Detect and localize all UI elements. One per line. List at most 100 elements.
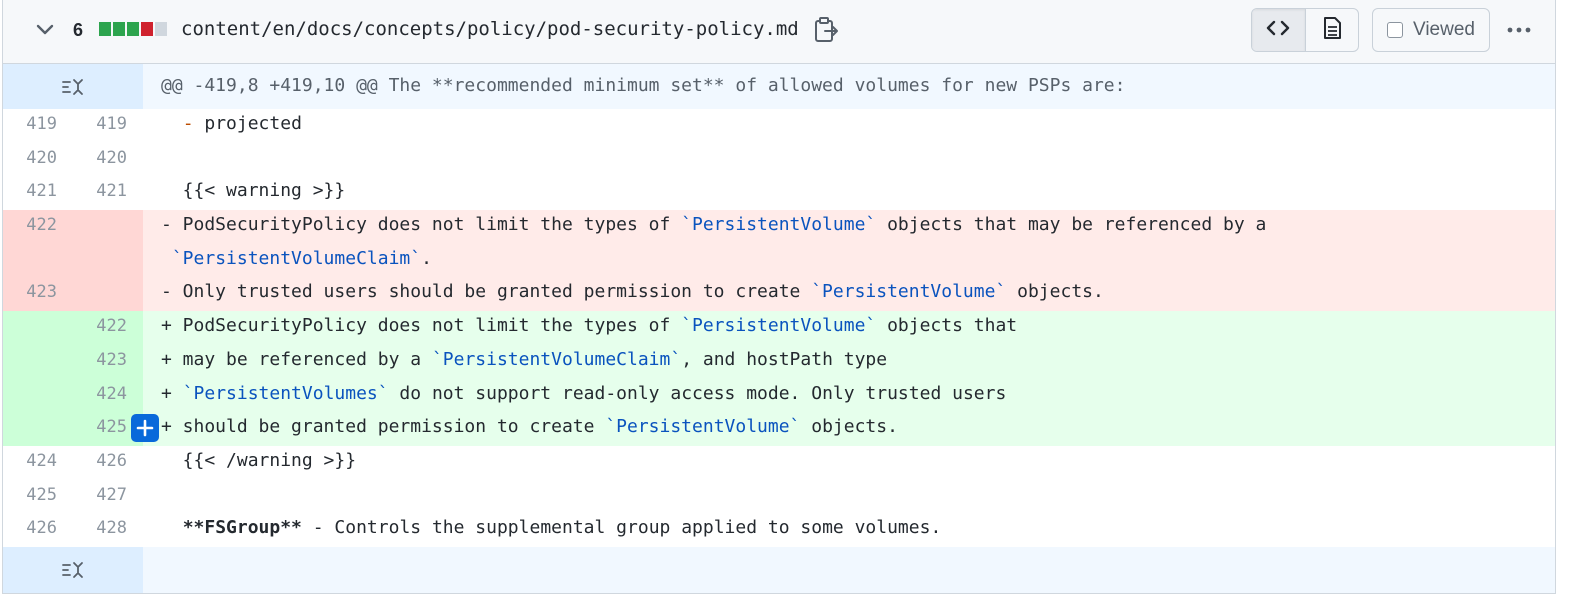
diff-line-del: 422 - PodSecurityPolicy does not limit th… [3,210,1555,244]
diff-line-ctx: 424 426 {{< /warning >}} [3,445,1555,480]
line-code: + `PersistentVolumes` do not support rea… [143,379,1555,413]
view-toggle [1251,8,1359,52]
unfold-icon[interactable] [3,64,143,109]
code-text: , and hostPath type [681,348,888,370]
new-line-number[interactable]: 427 [73,479,143,514]
diff-line-add: 425 + should be granted permission to cre… [3,412,1555,446]
diffstat-block [155,22,167,36]
inline-code-token: `PersistentVolume` [811,281,1007,303]
old-line-number[interactable] [3,378,73,413]
new-line-number[interactable]: 423 [73,344,143,379]
diff-line-ctx: 426 428 **FSGroup** - Controls the supple… [3,513,1555,547]
line-code [143,480,1555,514]
code-text: objects. [1006,281,1104,303]
line-code: - Only trusted users should be granted p… [143,277,1555,311]
diffstat-block [113,22,125,36]
hunk-footer [3,546,1555,593]
chevron-down-icon[interactable] [31,18,59,42]
file-path[interactable]: content/en/docs/concepts/policy/pod-secu… [181,16,799,42]
diffstat-block [127,22,139,36]
inline-code-token: `PersistentVolumeClaim` [171,247,422,269]
code-text: + may be referenced by a [161,348,432,370]
new-line-number[interactable]: 421 [73,176,143,211]
new-line-number[interactable] [73,277,143,312]
diff-line-ctx: 421 421 {{< warning >}} [3,176,1555,211]
line-code: **FSGroup** - Controls the supplemental … [143,513,1555,547]
unfold-icon[interactable] [3,546,143,593]
code-text: objects. [800,416,898,438]
copy-path-icon[interactable] [813,16,839,44]
old-line-number[interactable]: 424 [3,445,73,480]
hunk-header-text: @@ -419,8 +419,10 @@ The **recommended m… [143,64,1555,109]
line-code: {{< /warning >}} [143,446,1555,480]
kebab-horizontal-icon[interactable] [1503,16,1535,44]
new-line-number[interactable]: 424 [73,378,143,413]
line-code: {{< warning >}} [143,176,1555,210]
plus-icon[interactable] [131,414,159,443]
code-text: + should be granted permission to create [161,416,606,438]
old-line-number[interactable] [3,344,73,379]
inline-code-token: `PersistentVolumeClaim` [431,348,682,370]
old-line-number[interactable]: 422 [3,210,73,244]
diff-line-ctx: 419 419 - projected [3,109,1555,143]
new-line-number[interactable] [73,243,143,278]
code-icon [1266,18,1290,43]
hunk-header: @@ -419,8 +419,10 @@ The **recommended m… [3,64,1555,109]
diff-line-add: 424 + `PersistentVolumes` do not support … [3,378,1555,413]
line-code: - projected [143,109,1555,143]
code-text: objects that may be referenced by a [876,214,1267,236]
new-line-number[interactable]: 422 [73,311,143,345]
code-text: . [421,247,432,269]
code-text: - Controls the supplemental group applie… [301,517,942,539]
diff-line-ctx: 425 427 [3,479,1555,514]
code-text: projected [193,113,302,134]
old-line-number[interactable] [3,412,73,446]
new-line-number[interactable]: 420 [73,142,143,177]
new-line-number[interactable] [73,210,143,244]
code-text: - Only trusted users should be granted p… [161,281,812,303]
inline-code-token: `PersistentVolume` [681,214,877,236]
old-line-number[interactable]: 423 [3,277,73,312]
old-line-number[interactable] [3,311,73,345]
old-line-number[interactable]: 425 [3,479,73,514]
diffstat-block [99,22,111,36]
old-line-number[interactable]: 421 [3,176,73,211]
line-code: - PodSecurityPolicy does not limit the t… [143,210,1555,244]
diffstat-count: 6 [73,20,84,40]
old-line-number[interactable] [3,243,73,278]
old-line-number[interactable]: 419 [3,109,73,143]
line-code [143,143,1555,177]
diffstat-block [141,22,153,36]
viewed-label: Viewed [1413,19,1475,40]
code-text: + [161,382,183,404]
code-text: - PodSecurityPolicy does not limit the t… [161,214,682,236]
diff-line-del: `PersistentVolumeClaim`. [3,243,1555,278]
code-view-button[interactable] [1252,9,1306,51]
new-line-number[interactable]: 428 [73,513,143,547]
code-text: {{< warning >}} [161,180,346,202]
inline-code-token: `PersistentVolumes` [182,382,389,404]
old-line-number[interactable]: 420 [3,142,73,177]
diff-line-add: 422 + PodSecurityPolicy does not limit th… [3,311,1555,345]
code-text: do not support read-only access mode. On… [388,382,1007,404]
viewed-checkbox[interactable] [1387,22,1403,38]
new-line-number[interactable]: 419 [73,109,143,143]
line-code: + PodSecurityPolicy does not limit the t… [143,311,1555,345]
diff-file: 6 content/en/docs/concepts/policy/pod-se… [2,0,1556,594]
diff-line-add: 423 + may be referenced by a `PersistentV… [3,344,1555,379]
diff-line-del: 423 - Only trusted users should be grante… [3,277,1555,312]
diff-table: @@ -419,8 +419,10 @@ The **recommended m… [3,64,1555,593]
viewed-checkbox-button[interactable]: Viewed [1372,8,1490,52]
inline-code-token: `PersistentVolume` [605,416,801,438]
old-line-number[interactable]: 426 [3,513,73,547]
code-text: **FSGroup** [182,517,302,539]
hunk-footer-area [143,546,1555,593]
new-line-number[interactable]: 426 [73,445,143,480]
diff-line-ctx: 420 420 [3,142,1555,177]
code-text: - [182,113,194,134]
line-code: + may be referenced by a `PersistentVolu… [143,345,1555,379]
rich-view-button[interactable] [1306,9,1359,51]
